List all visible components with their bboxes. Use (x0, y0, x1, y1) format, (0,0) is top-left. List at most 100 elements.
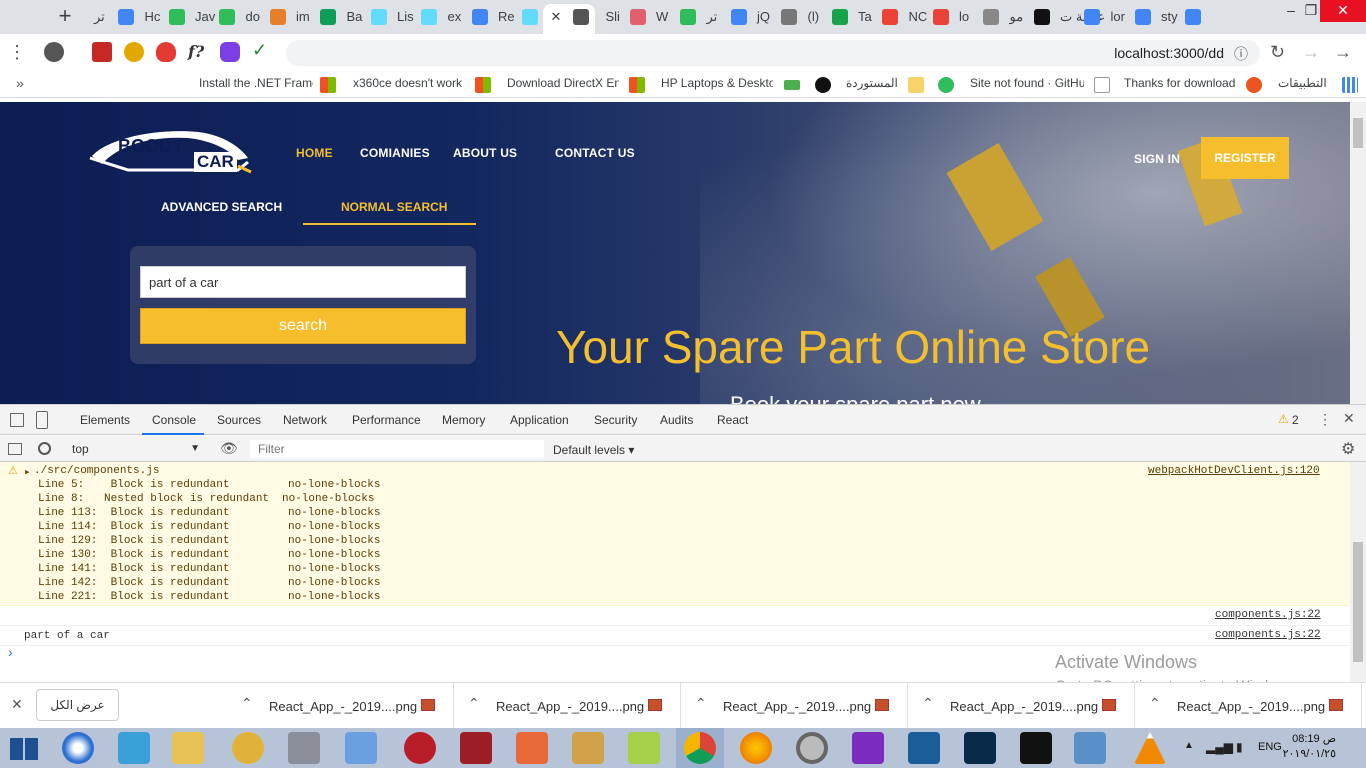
download-item[interactable]: ⌃ React_App_-_2019....png (908, 683, 1135, 729)
close-devtools-icon[interactable]: ✕ (1343, 410, 1355, 427)
console-filter-input[interactable] (250, 440, 544, 458)
extension-icon[interactable] (124, 42, 144, 62)
browser-tab[interactable]: lor (1105, 4, 1155, 30)
extension-icon[interactable] (92, 42, 112, 62)
download-item[interactable]: ⌃ React_App_-_2019....png (681, 683, 908, 729)
chevron-up-icon[interactable]: ⌃ (922, 695, 934, 712)
tab-advanced-search[interactable]: ADVANCED SEARCH (161, 200, 282, 214)
chevron-up-icon[interactable]: ⌃ (241, 695, 253, 712)
clear-console-icon[interactable] (38, 442, 51, 455)
network-icon[interactable]: ▂▄▆ (1206, 740, 1233, 754)
start-button-icon[interactable] (10, 738, 38, 760)
clock[interactable]: 08:19 ص ٢٠١٩/٠١/٢٥ (1283, 732, 1336, 762)
chrome-taskbar-button[interactable] (676, 728, 724, 768)
browser-tab[interactable]: ✕ (542, 4, 595, 34)
app-icon[interactable] (908, 732, 940, 764)
app-icon[interactable] (404, 732, 436, 764)
browser-tab[interactable]: Re (492, 4, 542, 30)
forward-icon[interactable]: → (1302, 42, 1320, 63)
device-toolbar-icon[interactable] (36, 411, 48, 429)
sign-in-link[interactable]: SIGN IN (1134, 152, 1180, 166)
apps-bookmark[interactable]: التطبيقات (1278, 76, 1338, 90)
chevron-up-icon[interactable]: ⌃ (468, 695, 480, 712)
bookmark-item[interactable]: Install the .NET Frame (199, 76, 313, 90)
browser-tab[interactable]: sty (1155, 4, 1205, 30)
context-select[interactable]: top ▼ (64, 440, 204, 458)
scrollbar-thumb[interactable] (1353, 118, 1363, 148)
app-icon[interactable] (516, 732, 548, 764)
tray-chevron-icon[interactable]: ▲ (1184, 740, 1194, 751)
browser-tab[interactable]: تر (701, 4, 751, 30)
inspect-element-icon[interactable] (10, 413, 24, 427)
bookmark-item[interactable]: HP Laptops & Deskto (661, 76, 773, 90)
search-button[interactable]: search (140, 308, 466, 344)
close-window-icon[interactable]: ✕ (1320, 0, 1366, 22)
chevron-up-icon[interactable]: ⌃ (1149, 695, 1161, 712)
address-bar[interactable]: localhost:3000/dd ⓘ (286, 40, 1260, 66)
browser-tab[interactable]: Sli (600, 4, 650, 30)
scrollbar-thumb[interactable] (1353, 542, 1363, 662)
back-icon[interactable]: → (1334, 42, 1352, 63)
warning-expand-icon[interactable]: ▸ (24, 465, 31, 479)
app-icon[interactable] (460, 732, 492, 764)
sidebar-toggle-icon[interactable] (8, 443, 22, 455)
extension-icon[interactable] (44, 42, 64, 62)
info-icon[interactable]: ⓘ (1234, 44, 1248, 64)
bookmark-item[interactable]: Site not found · GitHu (970, 76, 1084, 90)
devtools-tab-security[interactable]: Security (594, 413, 637, 427)
warnings-count[interactable]: 2 (1292, 413, 1299, 427)
menu-icon[interactable]: ⋮ (8, 42, 26, 63)
console-settings-icon[interactable]: ⚙ (1341, 439, 1355, 459)
close-tab-icon[interactable]: ✕ (551, 9, 562, 25)
function-icon[interactable]: f? (188, 42, 204, 61)
photoshop-icon[interactable] (964, 732, 996, 764)
reload-icon[interactable]: ↻ (1270, 42, 1285, 63)
browser-tab[interactable]: W (650, 4, 700, 30)
show-all-downloads-button[interactable]: عرض الكل (36, 689, 119, 721)
app-icon[interactable] (572, 732, 604, 764)
extension-icon[interactable] (156, 42, 176, 62)
devtools-tab-memory[interactable]: Memory (442, 413, 485, 427)
browser-tab[interactable]: Jav (189, 4, 239, 30)
extension-icon[interactable] (220, 42, 240, 62)
console-scrollbar[interactable] (1350, 462, 1366, 683)
download-item[interactable]: ⌃ React_App_-_2019....png (454, 683, 681, 729)
browser-tab[interactable]: (l) (802, 4, 852, 30)
page-scrollbar[interactable] (1350, 102, 1366, 404)
download-item[interactable]: ⌃ React_App_-_2019....png (227, 683, 454, 729)
devtools-tab-react[interactable]: React (717, 413, 748, 427)
opera-icon[interactable] (796, 732, 828, 764)
devtools-menu-icon[interactable]: ⋮ (1318, 411, 1332, 428)
tab-normal-search[interactable]: NORMAL SEARCH (341, 200, 447, 214)
devtools-tab-performance[interactable]: Performance (352, 413, 421, 427)
vlc-icon[interactable] (1134, 732, 1166, 764)
search-input[interactable] (140, 266, 466, 298)
warning-icon[interactable]: ⚠ (1278, 412, 1289, 426)
browser-tab[interactable]: Hc (139, 4, 189, 30)
browser-tab[interactable]: Lis (391, 4, 441, 30)
close-downloads-icon[interactable]: ✕ (11, 696, 23, 713)
browser-tab[interactable]: تر (88, 4, 138, 30)
app-icon[interactable] (118, 732, 150, 764)
browser-tab[interactable]: مو (1004, 4, 1054, 30)
register-button[interactable]: REGISTER (1201, 137, 1289, 179)
browser-tab[interactable]: do (240, 4, 290, 30)
terminal-icon[interactable] (1020, 732, 1052, 764)
apps-icon[interactable] (1342, 77, 1358, 93)
app-icon[interactable] (62, 732, 94, 764)
extension-icon[interactable]: ✓ (252, 40, 267, 61)
log-source-link[interactable]: components.js:22 (1215, 629, 1321, 641)
bookmark-item[interactable]: Download DirectX En (507, 76, 619, 90)
app-icon[interactable] (1074, 732, 1106, 764)
bookmark-item[interactable]: Thanks for download (1124, 76, 1238, 90)
app-icon[interactable] (288, 732, 320, 764)
app-icon[interactable] (852, 732, 884, 764)
nav-contact[interactable]: CONTACT US (555, 146, 635, 160)
chevron-up-icon[interactable]: ⌃ (695, 695, 707, 712)
nav-about[interactable]: ABOUT US (453, 146, 517, 160)
devtools-tab-audits[interactable]: Audits (660, 413, 693, 427)
firefox-icon[interactable] (740, 732, 772, 764)
devtools-tab-sources[interactable]: Sources (217, 413, 261, 427)
nav-home[interactable]: HOME (296, 146, 333, 160)
bookmark-item[interactable]: المستوردة (846, 76, 902, 90)
